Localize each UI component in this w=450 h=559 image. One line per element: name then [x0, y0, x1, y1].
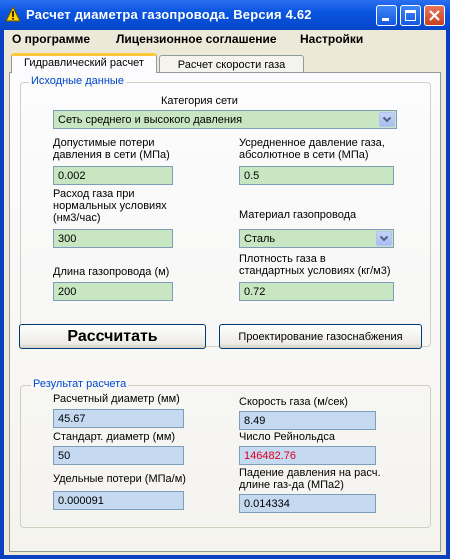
- network-category-dropdown-button[interactable]: [379, 112, 395, 127]
- pressure-drop-output: 0.014334: [239, 494, 376, 513]
- client-area: О программе Лицензионное соглашение Наст…: [4, 30, 446, 555]
- tab-panel-hydraulic: Исходные данные Категория сети Сеть сред…: [9, 72, 441, 552]
- specific-losses-output: 0.000091: [53, 491, 184, 510]
- tab-gas-speed[interactable]: Расчет скорости газа: [159, 55, 304, 73]
- network-category-label: Категория сети: [161, 95, 238, 107]
- network-category-select[interactable]: Сеть среднего и высокого давления: [53, 110, 397, 129]
- maximize-icon: [405, 10, 416, 21]
- app-window: Расчет диаметра газопровода. Версия 4.62…: [0, 0, 450, 559]
- close-icon: [429, 10, 440, 21]
- avg-pressure-label-1: Усредненное давление газа,: [239, 137, 385, 149]
- gas-speed-output: 8.49: [239, 411, 376, 430]
- tab-hydraulic[interactable]: Гидравлический расчет: [11, 53, 157, 73]
- pipe-material-value: Сталь: [244, 233, 276, 245]
- pressure-drop-label-1: Падение давления на расч.: [239, 467, 381, 479]
- maximize-button[interactable]: [400, 5, 421, 26]
- title-bar[interactable]: Расчет диаметра газопровода. Версия 4.62: [0, 0, 450, 30]
- gas-flow-label-1: Расход газа при: [53, 188, 135, 200]
- allowed-losses-label-2: давления в сети (МПа): [53, 149, 170, 161]
- avg-pressure-label-2: абсолютное в сети (МПа): [239, 149, 369, 161]
- network-category-value: Сеть среднего и высокого давления: [58, 114, 243, 126]
- gas-flow-label-3: (нм3/час): [53, 212, 101, 224]
- pipe-length-label: Длина газопровода (м): [53, 266, 170, 278]
- reynolds-output: 146482.76: [239, 446, 376, 465]
- minimize-button[interactable]: [376, 5, 397, 26]
- warning-triangle-icon: [5, 6, 21, 22]
- calc-diameter-output: 45.67: [53, 409, 184, 428]
- allowed-losses-input[interactable]: 0.002: [53, 166, 173, 185]
- result-group-title: Результат расчета: [31, 378, 129, 390]
- design-gas-supply-button[interactable]: Проектирование газоснабжения: [219, 324, 422, 349]
- allowed-losses-label-1: Допустимые потери: [53, 137, 155, 149]
- pipe-material-dropdown-button[interactable]: [376, 231, 392, 246]
- avg-pressure-input[interactable]: 0.5: [239, 166, 394, 185]
- gas-density-label-1: Плотность газа в: [239, 253, 326, 265]
- gas-speed-label: Скорость газа (м/сек): [239, 396, 348, 408]
- std-diameter-label: Стандарт. диаметр (мм): [53, 431, 176, 443]
- std-diameter-output: 50: [53, 446, 184, 465]
- gas-flow-label-2: нормальных условиях: [53, 200, 167, 212]
- pipe-length-input[interactable]: 200: [53, 282, 173, 301]
- calc-diameter-label: Расчетный диаметр (мм): [53, 393, 180, 405]
- gas-flow-input[interactable]: 300: [53, 229, 173, 248]
- menu-bar: О программе Лицензионное соглашение Наст…: [4, 30, 446, 48]
- pipe-material-label: Материал газопровода: [239, 209, 357, 221]
- close-button[interactable]: [424, 5, 445, 26]
- calculate-button[interactable]: Рассчитать: [19, 324, 206, 349]
- minimize-icon: [382, 18, 389, 21]
- pressure-drop-label-2: длине газ-да (МПа2): [239, 479, 344, 491]
- reynolds-label: Число Рейнольдса: [239, 431, 335, 443]
- specific-losses-label: Удельные потери (МПа/м): [53, 473, 186, 485]
- input-group-title: Исходные данные: [29, 75, 126, 87]
- chevron-down-icon: [379, 235, 389, 242]
- gas-density-input[interactable]: 0.72: [239, 282, 394, 301]
- menu-settings[interactable]: Настройки: [300, 32, 363, 46]
- gas-density-label-2: стандартных условиях (кг/м3): [239, 265, 391, 277]
- chevron-down-icon: [382, 116, 392, 123]
- menu-license[interactable]: Лицензионное соглашение: [116, 32, 277, 46]
- window-title: Расчет диаметра газопровода. Версия 4.62: [26, 7, 312, 22]
- menu-about[interactable]: О программе: [12, 32, 90, 46]
- pipe-material-select[interactable]: Сталь: [239, 229, 394, 248]
